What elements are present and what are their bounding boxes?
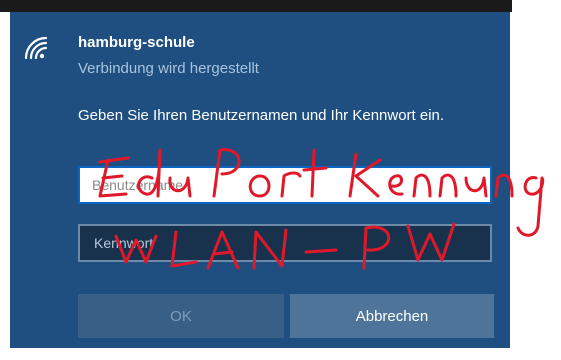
screenshot-frame: hamburg-schule Verbindung wird hergestel… xyxy=(0,0,561,360)
network-name: hamburg-schule xyxy=(78,34,195,51)
password-input[interactable]: Kennwort xyxy=(78,224,492,262)
ok-button[interactable]: OK xyxy=(78,294,284,338)
cancel-button[interactable]: Abbrechen xyxy=(290,294,494,338)
password-placeholder: Kennwort xyxy=(94,235,154,251)
connection-status: Verbindung wird hergestellt xyxy=(78,60,259,77)
credentials-prompt: Geben Sie Ihren Benutzernamen und Ihr Ke… xyxy=(78,107,445,124)
wifi-signal-icon xyxy=(24,36,48,60)
username-input[interactable]: Benutzername xyxy=(78,166,492,204)
username-placeholder: Benutzername xyxy=(92,177,184,193)
taskbar-edge xyxy=(0,0,512,12)
